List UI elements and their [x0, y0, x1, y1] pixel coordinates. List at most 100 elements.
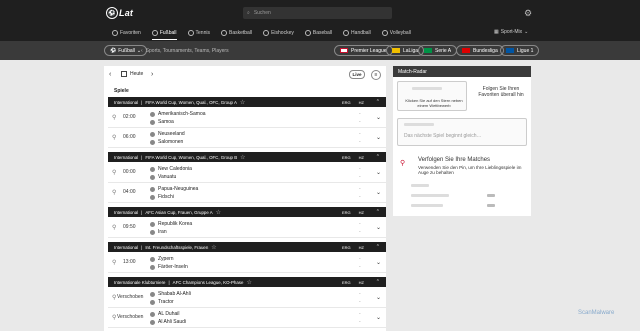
league-header[interactable]: Internationale Klubturniere | AFC Champion…	[108, 277, 386, 287]
sport-label: Handball	[351, 30, 371, 36]
chevron-down-icon[interactable]: ⌄	[376, 314, 381, 321]
league-header[interactable]: International | FIFA World Cup, Women, Qua…	[108, 97, 386, 107]
match-row[interactable]: ⚲ Verschoben Shabab Al-Ahli Tractor - - ⌄	[108, 288, 386, 308]
sport-tab-eishockey[interactable]: Eishockey	[263, 30, 294, 36]
league-header[interactable]: International | Int. Freundschaftsspiele, …	[108, 242, 386, 252]
sport-tab-favoriten[interactable]: Favoriten	[112, 30, 141, 36]
match-row[interactable]: ⚲ 04:00 Papua-Neuguinea Fidschi - - ⌄	[108, 183, 386, 203]
pin-icon[interactable]: ⚲	[112, 224, 116, 231]
sport-label: Tennis	[195, 30, 210, 36]
pin-icon[interactable]: ⚲	[112, 169, 116, 176]
sport-tab-basketball[interactable]: Basketball	[220, 30, 253, 36]
star-icon[interactable]: ☆	[211, 244, 216, 251]
pin-icon[interactable]: ⚲	[112, 259, 116, 266]
chevron-up-icon[interactable]: ⌃	[376, 244, 380, 250]
league-label: Premier League	[351, 47, 387, 54]
card3-body: Verwenden Sie den Pin, um Ihre Lieblings…	[418, 165, 522, 175]
home-team: Papua-Neuguinea	[150, 186, 198, 192]
league-name: AFC Champions League, KO-Phase	[172, 279, 244, 285]
watermark: ScanMalware	[578, 310, 615, 316]
home-team: Amerikanisch-Samoa	[150, 111, 206, 117]
away-team: Tractor	[150, 299, 174, 305]
league-header[interactable]: International | AFC Asian Cup, Frauen, Gru…	[108, 207, 386, 217]
score-home: -	[359, 311, 361, 317]
chevron-down-icon[interactable]: ⌄	[376, 134, 381, 141]
logo[interactable]: ⚽ Lat	[106, 6, 133, 20]
chevron-down-icon[interactable]: ⌄	[376, 189, 381, 196]
match-row[interactable]: ⚲ Verschoben AL Duhail Al Ahli Saudi - - ⌄	[108, 308, 386, 328]
match-row[interactable]: ⚲ 00:00 New Caledonia Vanuatu - - ⌄	[108, 163, 386, 183]
sport-tab-fussball[interactable]: Fußball	[151, 30, 177, 40]
col-erg: ERG	[342, 99, 351, 105]
date-picker[interactable]: Heute	[121, 71, 143, 77]
home-team: New Caledonia	[150, 166, 192, 172]
chevron-down-icon[interactable]: ⌄	[376, 114, 381, 121]
away-team: Salomonen	[150, 139, 183, 145]
search-input[interactable]: ⌕ Suchen	[243, 7, 392, 19]
star-icon[interactable]: ☆	[246, 279, 251, 286]
sport-label: Eishockey	[271, 30, 294, 36]
flag-icon	[424, 48, 432, 53]
match-row[interactable]: ⚲ 02:00 Amerikanisch-Samoa Samoa - - ⌄	[108, 108, 386, 128]
sport-mix-menu[interactable]: ▦ Sport-Mix ⌄	[494, 29, 528, 35]
filter-icon[interactable]: ≡	[371, 70, 381, 80]
league-header[interactable]: International | FIFA World Cup, Women, Qua…	[108, 152, 386, 162]
league-chip-serie-a[interactable]: Serie A	[418, 45, 458, 56]
chevron-down-icon[interactable]: ⌄	[376, 294, 381, 301]
league-name: FIFA World Cup, Women, Qual., OFC, Group…	[145, 154, 238, 160]
column-headers: ERG HZ	[342, 280, 364, 285]
chevron-up-icon[interactable]: ⌃	[376, 154, 380, 160]
team-name: Färöer-Inseln	[158, 264, 188, 270]
pin-icon[interactable]: ⚲	[112, 114, 116, 121]
gear-icon[interactable]: ⚙	[523, 8, 533, 18]
league-chip-bundesliga[interactable]: Bundesliga	[456, 45, 504, 56]
sports-nav: Favoriten Fußball Tennis Basketball Eish…	[112, 28, 422, 40]
chevron-up-icon[interactable]: ⌃	[376, 209, 380, 215]
breadcrumb[interactable]: ‹ Sports, Tournaments, Teams, Players	[141, 48, 229, 54]
live-button[interactable]: Live	[349, 70, 365, 79]
pin-icon[interactable]: ⚲	[112, 314, 116, 321]
league-label: Bundesliga	[473, 47, 498, 54]
chevron-up-icon[interactable]: ⌃	[376, 99, 380, 105]
team-flag-icon	[150, 221, 155, 227]
score-away: -	[359, 319, 361, 325]
sport-tab-handball[interactable]: Handball	[343, 30, 371, 36]
sport-label: Basketball	[228, 30, 253, 36]
match-row[interactable]: ⚲ 13:00 Zypern Färöer-Inseln - - ⌄	[108, 253, 386, 273]
favorites-demo-card: Klicken Sie auf den Stern neben einem We…	[397, 81, 467, 111]
score-away: -	[359, 139, 361, 145]
col-hz: HZ	[358, 154, 365, 160]
league-chip-ligue-1[interactable]: Ligue 1	[500, 45, 540, 56]
star-icon[interactable]: ☆	[240, 99, 245, 106]
team-flag-icon	[150, 264, 155, 270]
chevron-down-icon[interactable]: ⌄	[376, 259, 381, 266]
chevron-down-icon[interactable]: ⌄	[376, 224, 381, 231]
flag-icon	[506, 48, 514, 53]
chevron-down-icon[interactable]: ⌄	[376, 169, 381, 176]
chevron-right-icon[interactable]: ›	[151, 71, 153, 78]
pin-icon[interactable]: ⚲	[112, 294, 116, 301]
sport-label: Favoriten	[120, 30, 141, 36]
search-icon: ⌕	[247, 10, 250, 16]
chevron-left-icon[interactable]: ‹	[109, 71, 111, 78]
sport-tab-volleyball[interactable]: Volleyball	[381, 30, 411, 36]
match-row[interactable]: ⚲ 06:00 Neuseeland Salomonen - - ⌄	[108, 128, 386, 148]
team-name: Shabab Al-Ahli	[158, 291, 191, 297]
score-away: -	[359, 174, 361, 180]
pin-icon[interactable]: ⚲	[112, 134, 116, 141]
sport-tab-tennis[interactable]: Tennis	[187, 30, 210, 36]
star-icon[interactable]: ☆	[216, 209, 221, 216]
league-chip-premier-league[interactable]: Premier League	[334, 45, 393, 56]
column-headers: ERG HZ	[342, 155, 364, 160]
star-icon[interactable]: ☆	[240, 154, 245, 161]
team-flag-icon	[150, 319, 155, 325]
pin-icon[interactable]: ⚲	[112, 189, 116, 196]
column-headers: ERG HZ	[342, 210, 364, 215]
score-away: -	[359, 194, 361, 200]
sport-tab-baseball[interactable]: Baseball	[304, 30, 332, 36]
team-flag-icon	[150, 194, 155, 200]
chevron-up-icon[interactable]: ⌃	[376, 279, 380, 285]
basketball-icon	[220, 30, 227, 36]
team-flag-icon	[150, 174, 155, 180]
match-row[interactable]: ⚲ 09:50 Republik Korea Iran - - ⌄	[108, 218, 386, 238]
